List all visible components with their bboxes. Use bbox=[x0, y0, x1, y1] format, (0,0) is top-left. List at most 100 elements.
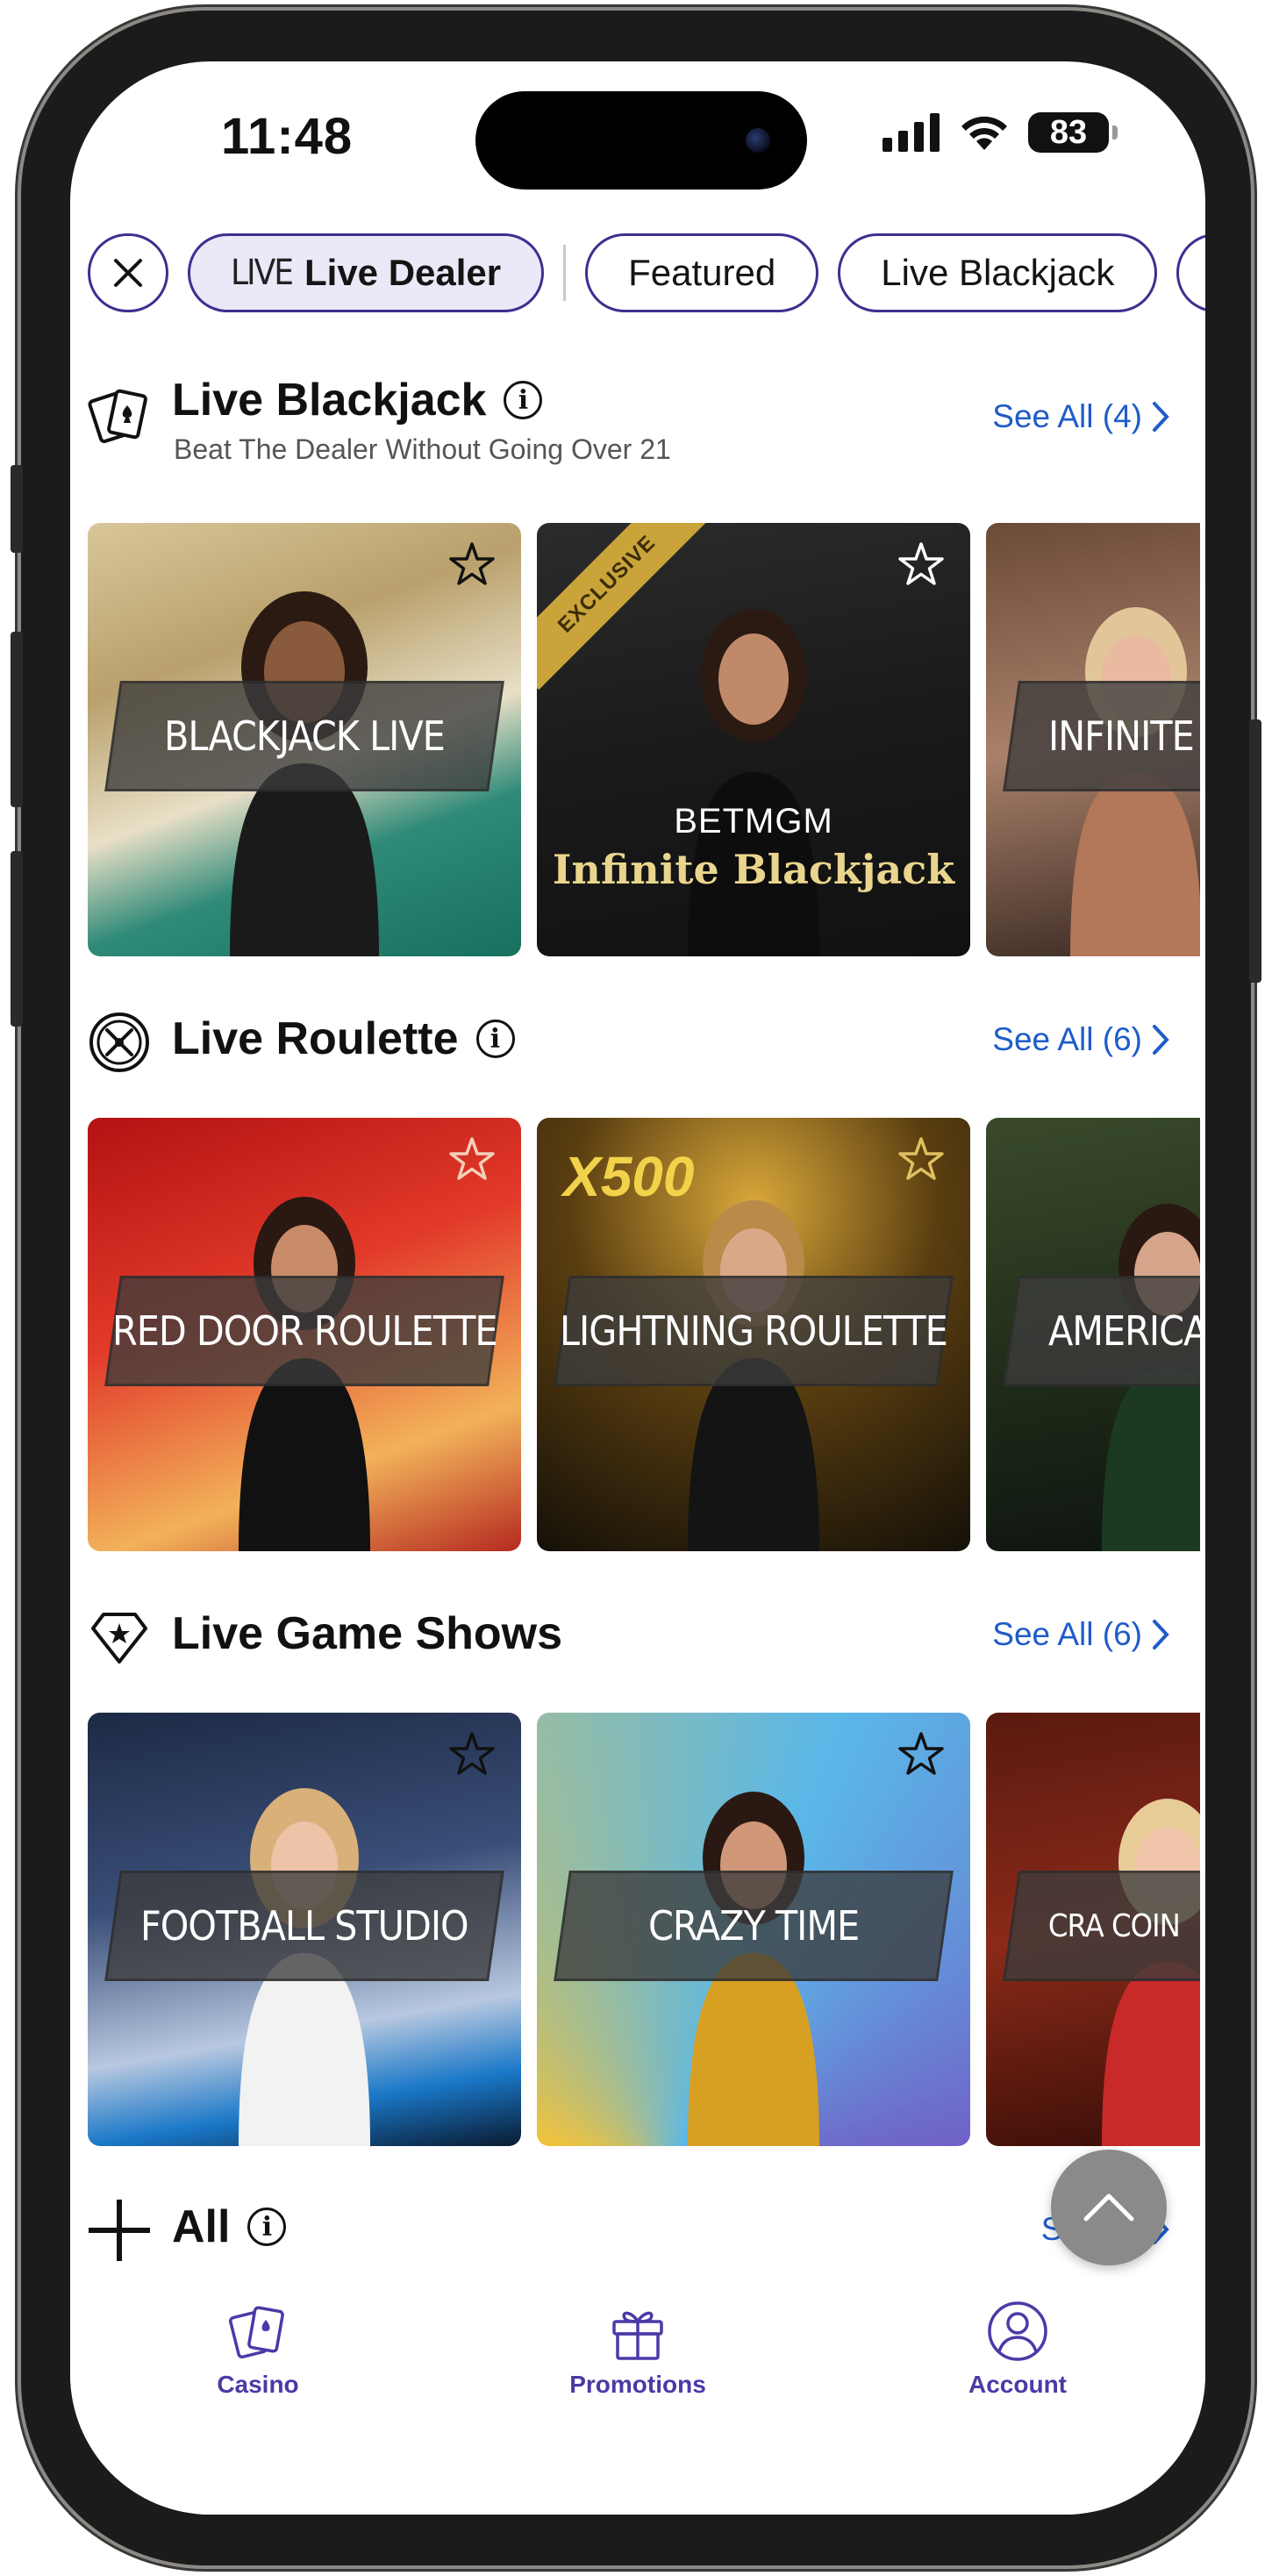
chip-featured[interactable]: Featured bbox=[585, 233, 819, 312]
scroll-to-top-button[interactable] bbox=[1051, 2150, 1167, 2265]
nav-item-promotions[interactable]: Promotions bbox=[524, 2299, 752, 2399]
user-icon bbox=[988, 2301, 1047, 2361]
section-title-text: Live Game Shows bbox=[172, 1608, 563, 1659]
game-title: CRAZY TIME bbox=[647, 1902, 860, 1950]
nav-label: Account bbox=[968, 2371, 1067, 2398]
game-title-banner: LIGHTNING ROULETTE bbox=[554, 1276, 954, 1386]
nav-item-casino[interactable]: Casino bbox=[144, 2299, 372, 2399]
chip-label: Featured bbox=[628, 252, 776, 293]
game-title-banner: AMERICAN bbox=[1003, 1276, 1200, 1386]
nav-item-account[interactable]: Account bbox=[904, 2299, 1132, 2399]
screen: 11:48 83 LIVE Live Dealer Featured Live … bbox=[70, 61, 1205, 2515]
game-title: FOOTBALL STUDIO bbox=[140, 1902, 468, 1950]
battery-indicator: 83 bbox=[1028, 112, 1118, 153]
status-icons: 83 bbox=[883, 112, 1118, 153]
game-title-banner: BLACKJACK LIVE bbox=[104, 681, 504, 791]
filter-chips: LIVE Live Dealer Featured Live Blackjack bbox=[88, 233, 1205, 312]
wifi-icon bbox=[961, 116, 1007, 150]
see-all-roulette-link[interactable]: See All (6) bbox=[992, 1021, 1170, 1058]
diamond-star-icon bbox=[91, 1613, 147, 1664]
mute-switch bbox=[11, 465, 23, 553]
see-all-label: See All (6) bbox=[992, 1021, 1142, 1057]
clear-filter-button[interactable] bbox=[88, 233, 168, 312]
game-tile[interactable]: BLACKJACK LIVE bbox=[88, 523, 521, 956]
game-title: CRA COIN bbox=[1048, 1907, 1180, 1944]
blackjack-games-row: BLACKJACK LIVE EXCLUSIVE BETMGM Infinite… bbox=[88, 523, 1200, 956]
power-button bbox=[1249, 719, 1261, 983]
section-title: Live Roulette i bbox=[172, 1013, 515, 1065]
status-time: 11:48 bbox=[221, 108, 354, 165]
game-title: Infinite Blackjack bbox=[552, 846, 955, 893]
chevron-right-icon bbox=[1153, 1025, 1169, 1055]
favorite-star-icon[interactable] bbox=[897, 1135, 946, 1184]
section-header-all: All i See All bbox=[88, 2193, 1188, 2272]
favorite-star-icon[interactable] bbox=[447, 1730, 497, 1779]
game-title-banner: CRA COIN bbox=[1003, 1871, 1200, 1981]
section-title-text: All bbox=[172, 2201, 231, 2252]
cards-icon bbox=[229, 2306, 284, 2359]
game-title: INFINITE B bbox=[1048, 712, 1200, 760]
gift-icon bbox=[612, 2311, 663, 2360]
info-icon[interactable]: i bbox=[247, 2207, 287, 2246]
see-all-label: See All (4) bbox=[992, 398, 1142, 434]
section-header-blackjack: Live Blackjack i Beat The Dealer Without… bbox=[88, 374, 1188, 470]
see-all-label: See All (6) bbox=[992, 1616, 1142, 1652]
section-title-text: Live Roulette bbox=[172, 1013, 459, 1064]
chevron-up-icon bbox=[1083, 2193, 1134, 2222]
favorite-star-icon[interactable] bbox=[897, 540, 946, 590]
cards-icon bbox=[88, 389, 147, 444]
section-subtitle: Beat The Dealer Without Going Over 21 bbox=[174, 433, 671, 465]
cellular-signal-icon bbox=[883, 113, 940, 152]
section-header-game-shows: Live Game Shows See All (6) bbox=[88, 1602, 1188, 1681]
see-all-blackjack-link[interactable]: See All (4) bbox=[992, 398, 1170, 435]
game-tile[interactable]: CRAZY TIME bbox=[537, 1713, 970, 2146]
game-tile[interactable]: INFINITE B bbox=[986, 523, 1200, 956]
section-title: All i bbox=[172, 2200, 287, 2253]
favorite-star-icon[interactable] bbox=[897, 1730, 946, 1779]
game-title-banner: INFINITE B bbox=[1003, 681, 1200, 791]
favorite-star-icon[interactable] bbox=[447, 540, 497, 590]
volume-up-button bbox=[11, 632, 23, 807]
volume-down-button bbox=[11, 851, 23, 1027]
chevron-right-icon bbox=[1153, 402, 1169, 432]
chip-live-dealer[interactable]: LIVE Live Dealer bbox=[188, 233, 545, 312]
section-title-text: Live Blackjack bbox=[172, 375, 487, 426]
favorite-star-icon[interactable] bbox=[447, 1135, 497, 1184]
close-icon bbox=[114, 259, 142, 287]
info-icon[interactable]: i bbox=[475, 1020, 515, 1058]
chip-more[interactable] bbox=[1176, 233, 1205, 312]
chip-label: Live Blackjack bbox=[881, 252, 1115, 293]
roulette-wheel-icon bbox=[89, 1013, 149, 1072]
battery-level: 83 bbox=[1049, 113, 1088, 151]
game-tile[interactable]: AMERICAN bbox=[986, 1118, 1200, 1551]
game-title: AMERICAN bbox=[1048, 1307, 1200, 1355]
game-title-banner: CRAZY TIME bbox=[554, 1871, 954, 1981]
chip-live-blackjack[interactable]: Live Blackjack bbox=[838, 233, 1158, 312]
chip-label: Live Dealer bbox=[304, 252, 502, 293]
section-header-roulette: Live Roulette i See All (6) bbox=[88, 1007, 1188, 1086]
brand-logo: BETMGM bbox=[674, 802, 833, 841]
game-title: LIGHTNING ROULETTE bbox=[560, 1307, 947, 1355]
game-tile[interactable]: X500 LIGHTNING ROULETTE bbox=[537, 1118, 970, 1551]
see-all-game-shows-link[interactable]: See All (6) bbox=[992, 1616, 1170, 1653]
bottom-nav: Casino Promotions Account bbox=[70, 2290, 1205, 2515]
plus-icon bbox=[89, 2200, 150, 2261]
chevron-right-icon bbox=[1153, 1620, 1169, 1649]
info-icon[interactable]: i bbox=[504, 381, 543, 419]
game-tile[interactable]: CRA COIN bbox=[986, 1713, 1200, 2146]
game-title-banner: RED DOOR ROULETTE bbox=[104, 1276, 504, 1386]
game-tile[interactable]: EXCLUSIVE BETMGM Infinite Blackjack bbox=[537, 523, 970, 956]
section-title: Live Blackjack i bbox=[172, 374, 543, 426]
game-title: RED DOOR ROULETTE bbox=[111, 1307, 497, 1355]
nav-label: Casino bbox=[217, 2371, 299, 2398]
live-tag: LIVE bbox=[231, 253, 294, 293]
game-tile[interactable]: RED DOOR ROULETTE bbox=[88, 1118, 521, 1551]
dynamic-island bbox=[475, 91, 807, 190]
roulette-games-row: RED DOOR ROULETTE X500 LIGHTNING ROULETT… bbox=[88, 1118, 1200, 1551]
dealer-image bbox=[688, 609, 819, 956]
nav-label: Promotions bbox=[569, 2371, 706, 2398]
game-shows-row: FOOTBALL STUDIO CRAZY TIME CRA COIN bbox=[88, 1713, 1200, 2146]
chip-divider bbox=[563, 245, 567, 301]
game-title-banner: FOOTBALL STUDIO bbox=[104, 1871, 504, 1981]
game-tile[interactable]: FOOTBALL STUDIO bbox=[88, 1713, 521, 2146]
